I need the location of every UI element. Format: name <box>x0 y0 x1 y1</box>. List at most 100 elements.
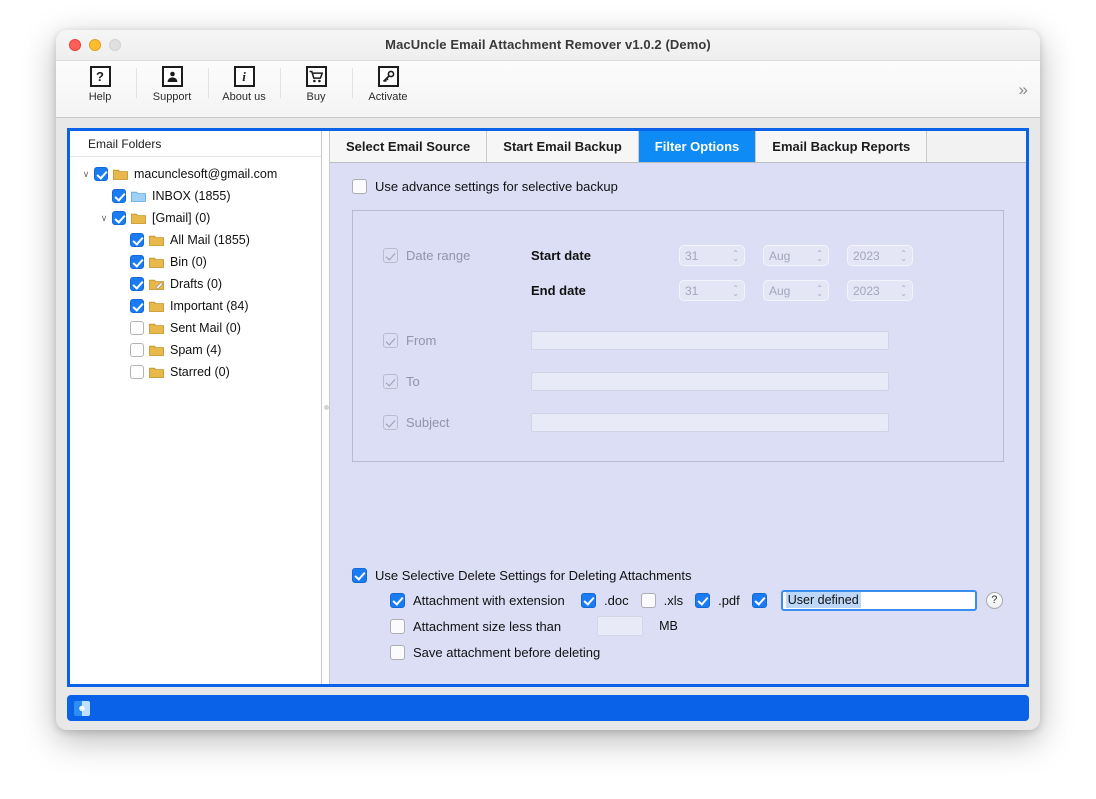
from-checkbox-wrap[interactable]: From <box>383 333 531 348</box>
extension-pdf-checkbox[interactable] <box>695 593 710 608</box>
tree-item[interactable]: ∨INBOX (1855) <box>70 185 321 207</box>
save-attachment-label: Save attachment before deleting <box>413 645 600 660</box>
tree-item-checkbox[interactable] <box>130 365 144 379</box>
tree-item-checkbox[interactable] <box>130 277 144 291</box>
toolbar-button-help[interactable]: ? Help <box>64 61 136 103</box>
end-date-month-stepper[interactable]: Aug ⌃⌄ <box>763 280 829 301</box>
tree-item[interactable]: ∨[Gmail] (0) <box>70 207 321 229</box>
advance-settings-row[interactable]: Use advance settings for selective backu… <box>352 179 1004 194</box>
extension-xls-checkbox[interactable] <box>641 593 656 608</box>
end-date-year-stepper[interactable]: 2023 ⌃⌄ <box>847 280 913 301</box>
from-row: From <box>383 331 1003 350</box>
toolbar-label-activate: Activate <box>352 91 424 103</box>
tree-item[interactable]: ∨All Mail (1855) <box>70 229 321 251</box>
folder-icon <box>149 234 164 246</box>
help-icon[interactable]: ? <box>986 592 1003 609</box>
tree-item-checkbox[interactable] <box>94 167 108 181</box>
extension-pdf[interactable]: .pdf <box>695 593 740 608</box>
subject-label: Subject <box>406 415 449 430</box>
tree-item-checkbox[interactable] <box>130 321 144 335</box>
attachment-extension-checkbox[interactable] <box>390 593 405 608</box>
folder-icon <box>149 344 164 356</box>
start-date-month-stepper[interactable]: Aug ⌃⌄ <box>763 245 829 266</box>
tree-item[interactable]: ∨Starred (0) <box>70 361 321 383</box>
toolbar-button-activate[interactable]: Activate <box>352 61 424 103</box>
question-mark-icon: ? <box>90 66 111 87</box>
tab-email-backup-reports[interactable]: Email Backup Reports <box>756 131 927 162</box>
tree-item-label: Sent Mail (0) <box>170 321 241 335</box>
folder-icon <box>113 168 128 180</box>
toolbar: ? Help Support i About us Buy Activate » <box>56 61 1040 118</box>
tree-item[interactable]: ∨Important (84) <box>70 295 321 317</box>
tree-item[interactable]: ∨Drafts (0) <box>70 273 321 295</box>
tree-item[interactable]: ∨Spam (4) <box>70 339 321 361</box>
extension-xls[interactable]: .xls <box>641 593 684 608</box>
save-attachment-row[interactable]: Save attachment before deleting <box>390 639 1004 665</box>
drafts-folder-icon <box>149 278 164 290</box>
window-body: Email Folders ∨macunclesoft@gmail.com∨IN… <box>56 118 1040 730</box>
selective-delete-checkbox[interactable] <box>352 568 367 583</box>
attachment-size-checkbox[interactable] <box>390 619 405 634</box>
extension-doc[interactable]: .doc <box>581 593 629 608</box>
toolbar-button-support[interactable]: Support <box>136 61 208 103</box>
toolbar-button-about-us[interactable]: i About us <box>208 61 280 103</box>
tree-item-checkbox[interactable] <box>130 343 144 357</box>
twisty-chevron-down-icon[interactable]: ∨ <box>96 213 112 224</box>
sidebar: Email Folders ∨macunclesoft@gmail.com∨IN… <box>70 131 322 684</box>
start-date-year-stepper[interactable]: 2023 ⌃⌄ <box>847 245 913 266</box>
to-input[interactable] <box>531 372 889 391</box>
extension-user-defined[interactable]: User defined ? <box>752 590 1003 611</box>
user-defined-value: User defined <box>786 592 861 608</box>
user-defined-input[interactable]: User defined <box>781 590 977 611</box>
extension-doc-checkbox[interactable] <box>581 593 596 608</box>
extension-xls-label: .xls <box>664 593 684 608</box>
selective-delete-main-row[interactable]: Use Selective Delete Settings for Deleti… <box>352 563 1004 587</box>
tree-item-checkbox[interactable] <box>112 211 126 225</box>
tree-item[interactable]: ∨macunclesoft@gmail.com <box>70 163 321 185</box>
date-range-checkbox-wrap[interactable]: Date range <box>383 248 531 263</box>
extension-row: Attachment with extension .doc .xls <box>390 587 1004 613</box>
from-input[interactable] <box>531 331 889 350</box>
application-window: MacUncle Email Attachment Remover v1.0.2… <box>56 30 1040 730</box>
attachment-size-input[interactable] <box>597 616 643 636</box>
tree-item-checkbox[interactable] <box>130 233 144 247</box>
advance-settings-label: Use advance settings for selective backu… <box>375 179 618 194</box>
tree-item[interactable]: ∨Bin (0) <box>70 251 321 273</box>
toolbar-overflow-chevron-icon[interactable]: » <box>1019 80 1026 100</box>
start-date-row: Date range Start date 31 ⌃⌄ Aug ⌃⌄ <box>383 245 1003 266</box>
tree-item-checkbox[interactable] <box>130 299 144 313</box>
toolbar-label-support: Support <box>136 91 208 103</box>
sidebar-header: Email Folders <box>70 131 321 157</box>
folder-tree[interactable]: ∨macunclesoft@gmail.com∨INBOX (1855)∨[Gm… <box>70 157 321 684</box>
tree-item-checkbox[interactable] <box>130 255 144 269</box>
toolbar-button-buy[interactable]: Buy <box>280 61 352 103</box>
start-date-year-value: 2023 <box>853 249 880 263</box>
save-attachment-checkbox[interactable] <box>390 645 405 660</box>
tab-filter-options[interactable]: Filter Options <box>639 131 757 162</box>
start-date-day-stepper[interactable]: 31 ⌃⌄ <box>679 245 745 266</box>
attachment-extension-label: Attachment with extension <box>413 593 569 608</box>
tab-select-email-source[interactable]: Select Email Source <box>330 131 487 162</box>
end-date-day-stepper[interactable]: 31 ⌃⌄ <box>679 280 745 301</box>
advance-settings-checkbox[interactable] <box>352 179 367 194</box>
to-checkbox-wrap[interactable]: To <box>383 374 531 389</box>
date-range-checkbox[interactable] <box>383 248 398 263</box>
to-label: To <box>406 374 420 389</box>
from-checkbox[interactable] <box>383 333 398 348</box>
tab-start-email-backup[interactable]: Start Email Backup <box>487 131 639 162</box>
window-title: MacUncle Email Attachment Remover v1.0.2… <box>56 37 1040 52</box>
subject-checkbox-wrap[interactable]: Subject <box>383 415 531 430</box>
status-bar: ☻ <box>67 695 1029 721</box>
to-checkbox[interactable] <box>383 374 398 389</box>
key-icon <box>378 66 399 87</box>
tree-item[interactable]: ∨Sent Mail (0) <box>70 317 321 339</box>
panel-splitter[interactable] <box>322 131 330 684</box>
user-defined-checkbox[interactable] <box>752 593 767 608</box>
selective-delete-options: Attachment with extension .doc .xls <box>390 587 1004 665</box>
subject-input[interactable] <box>531 413 889 432</box>
tree-item-label: Starred (0) <box>170 365 230 379</box>
tree-item-checkbox[interactable] <box>112 189 126 203</box>
subject-checkbox[interactable] <box>383 415 398 430</box>
date-range-label: Date range <box>406 248 470 263</box>
twisty-chevron-down-icon[interactable]: ∨ <box>78 169 94 180</box>
